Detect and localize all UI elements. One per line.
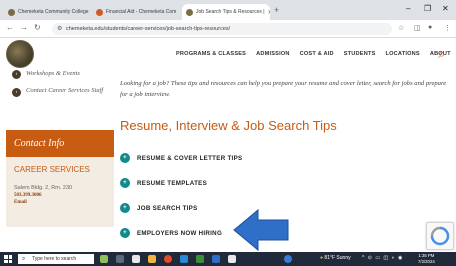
tab-label: Chemeketa Community College bbox=[18, 9, 89, 15]
search-icon[interactable]: ⌕ bbox=[438, 46, 445, 62]
bookmark-star-icon[interactable]: ☆ bbox=[398, 24, 404, 32]
page-title: Resume, Interview & Job Search Tips bbox=[120, 118, 337, 133]
reload-icon[interactable]: ↻ bbox=[34, 23, 41, 32]
profile-icon[interactable]: ● bbox=[428, 24, 432, 31]
search-icon: ⌕ bbox=[22, 256, 26, 262]
address-bar-row: ← → ↻ ⚙ chemeketa.edu/students/career-se… bbox=[0, 20, 456, 38]
email-link[interactable]: Email bbox=[14, 200, 27, 205]
url-text: chemeketa.edu/students/career-services/j… bbox=[66, 26, 231, 32]
blue-arrow-annotation bbox=[233, 208, 289, 252]
accordion-resume-templates[interactable]: + RESUME TEMPLATES bbox=[120, 178, 207, 188]
plus-icon: + bbox=[120, 203, 130, 213]
forward-icon[interactable]: → bbox=[20, 23, 28, 32]
plus-icon: + bbox=[120, 178, 130, 188]
intro-text: Looking for a job? These tips and resour… bbox=[120, 80, 447, 98]
close-icon[interactable]: ✕ bbox=[176, 9, 178, 16]
nav-students[interactable]: STUDENTS bbox=[344, 51, 376, 57]
system-tray[interactable]: ^ ⊙ ▭ ◫ ◗ ◉ bbox=[362, 255, 403, 261]
teams-icon[interactable] bbox=[284, 255, 292, 263]
chrome-icon[interactable] bbox=[164, 255, 172, 263]
chemeketa-logo[interactable] bbox=[6, 40, 34, 68]
plus-icon: + bbox=[120, 228, 130, 238]
excel-icon[interactable] bbox=[196, 255, 204, 263]
weather-widget[interactable]: ● 81°F Sunny bbox=[320, 255, 351, 261]
recaptcha-icon bbox=[430, 226, 450, 246]
minimize-icon[interactable]: – bbox=[406, 4, 410, 13]
college-favicon-icon bbox=[186, 8, 193, 16]
file-explorer-icon[interactable] bbox=[148, 255, 156, 263]
accordion-job-search-tips[interactable]: + JOB SEARCH TIPS bbox=[120, 203, 198, 213]
tab-chemeketa[interactable]: Chemeketa Community College ✕ bbox=[4, 4, 90, 20]
browser-tab-bar: Chemeketa Community College ✕ Financial … bbox=[0, 0, 456, 20]
accordion-resume-cover-letter[interactable]: + RESUME & COVER LETTER TIPS bbox=[120, 153, 242, 163]
edge-icon[interactable] bbox=[180, 255, 188, 263]
back-icon[interactable]: ← bbox=[6, 23, 14, 32]
contact-info-panel: CAREER SERVICES Salem Bldg. 2, Rm. 230 5… bbox=[6, 157, 114, 227]
store-icon[interactable] bbox=[228, 255, 236, 263]
taskbar-clock[interactable]: 1:35 PM 7/2/2024 bbox=[418, 253, 435, 265]
maximize-icon[interactable]: ❐ bbox=[424, 4, 431, 13]
chevron-right-icon: › bbox=[12, 88, 21, 97]
widgets-icon[interactable] bbox=[132, 255, 140, 263]
nav-programs-classes[interactable]: PROGRAMS & CLASSES bbox=[176, 51, 246, 57]
plus-icon: + bbox=[120, 153, 130, 163]
tab-label: Job Search Tips & Resources | bbox=[196, 9, 265, 15]
tab-job-search-tips[interactable]: Job Search Tips & Resources | ✕ bbox=[182, 4, 270, 20]
nav-cost-aid[interactable]: COST & AID bbox=[300, 51, 334, 57]
contact-info-heading: Contact Info bbox=[6, 130, 114, 157]
top-navigation: PROGRAMS & CLASSES ADMISSION COST & AID … bbox=[176, 51, 451, 57]
site-info-icon[interactable]: ⚙ bbox=[57, 25, 62, 32]
office-address: Salem Bldg. 2, Rm. 230 bbox=[14, 185, 73, 191]
extensions-icon[interactable]: ◫ bbox=[414, 24, 421, 32]
taskbar-search-input[interactable]: ⌕ Type here to search bbox=[18, 254, 94, 264]
windows-start-icon[interactable] bbox=[4, 255, 12, 263]
close-icon[interactable]: ✕ bbox=[265, 9, 270, 16]
accordion-employers-now-hiring[interactable]: + EMPLOYERS NOW HIRING bbox=[120, 228, 222, 238]
chevron-right-icon: › bbox=[12, 70, 21, 79]
outlook-icon[interactable] bbox=[212, 255, 220, 263]
sun-icon: ● bbox=[320, 255, 324, 261]
recaptcha-badge[interactable] bbox=[426, 222, 454, 250]
windows-taskbar: ⌕ Type here to search ● 81°F Sunny ^ ⊙ ▭… bbox=[0, 252, 456, 266]
college-favicon-icon bbox=[8, 8, 15, 16]
tab-label: Financial Aid - Chemeketa Com bbox=[106, 9, 177, 15]
tab-financial-aid[interactable]: Financial Aid - Chemeketa Com ✕ bbox=[92, 4, 178, 20]
new-tab-icon[interactable]: + bbox=[274, 5, 279, 15]
close-icon[interactable]: ✕ bbox=[89, 9, 90, 16]
college-favicon-icon bbox=[96, 8, 103, 16]
nav-admission[interactable]: ADMISSION bbox=[256, 51, 290, 57]
task-view-icon[interactable] bbox=[116, 255, 124, 263]
site-header: PROGRAMS & CLASSES ADMISSION COST & AID … bbox=[0, 38, 456, 72]
window-close-icon[interactable]: ✕ bbox=[442, 4, 449, 13]
menu-icon[interactable]: ⋮ bbox=[444, 24, 451, 32]
department-name: CAREER SERVICES bbox=[14, 165, 90, 174]
url-field[interactable]: ⚙ chemeketa.edu/students/career-services… bbox=[52, 23, 392, 35]
app-icon[interactable] bbox=[100, 255, 108, 263]
phone-link[interactable]: 503.399.3006 bbox=[14, 193, 42, 198]
nav-locations[interactable]: LOCATIONS bbox=[386, 51, 420, 57]
